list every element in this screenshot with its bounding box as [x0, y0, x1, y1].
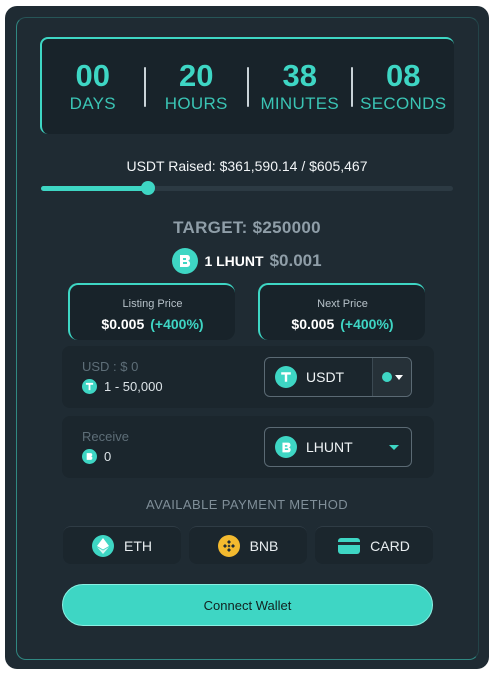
bnb-icon — [217, 534, 240, 557]
presale-widget: 00 DAYS 20 HOURS 38 MINUTES 08 SECONDS U… — [5, 6, 489, 669]
eth-payment-button[interactable]: ETH — [63, 526, 181, 564]
connect-wallet-button[interactable]: Connect Wallet — [62, 584, 433, 626]
listing-price-change: (+400%) — [150, 316, 204, 332]
token-price: $0.001 — [269, 251, 322, 270]
receive-amount-value: 0 — [104, 449, 112, 464]
target-amount: TARGET: $250000 — [173, 218, 321, 237]
next-price-value: $0.005 — [291, 316, 335, 332]
pay-currency-select[interactable]: USDT — [264, 357, 412, 397]
days-value: 00 — [75, 57, 110, 93]
pay-range-text: 1 - 50,000 — [104, 379, 163, 394]
receive-currency-label: LHUNT — [306, 439, 353, 455]
receive-amount: 0 — [82, 449, 111, 464]
receive-currency-select[interactable]: LHUNT — [264, 427, 412, 467]
countdown-minutes: 38 MINUTES — [249, 57, 351, 115]
lhunt-logo-icon — [172, 248, 199, 274]
credit-card-icon — [338, 537, 361, 554]
bnb-label: BNB — [249, 537, 279, 554]
listing-price-label: Listing Price — [122, 298, 183, 310]
pay-amount-row: USD : $ 0 1 - 50,000 USDT — [62, 346, 434, 408]
next-price-card: Next Price $0.005 (+400%) — [258, 283, 425, 340]
card-payment-button[interactable]: CARD — [315, 526, 433, 564]
lhunt-logo-icon — [275, 436, 297, 458]
countdown-timer: 00 DAYS 20 HOURS 38 MINUTES 08 SECONDS — [40, 37, 454, 134]
token-price-line: 1 LHUNT $0.001 — [5, 248, 489, 274]
pay-range: 1 - 50,000 — [82, 379, 163, 394]
seconds-label: SECONDS — [360, 93, 447, 113]
raise-progress-bar — [41, 181, 453, 195]
receive-label: Receive — [82, 429, 129, 444]
pay-currency-label: USDT — [306, 369, 345, 385]
days-label: DAYS — [69, 93, 116, 113]
chevron-down-icon — [389, 444, 399, 450]
usdt-icon — [82, 379, 97, 394]
hours-value: 20 — [179, 57, 214, 93]
next-price-label: Next Price — [317, 298, 368, 310]
listing-price-value-line: $0.005 (+400%) — [70, 316, 235, 332]
countdown-days: 00 DAYS — [42, 57, 144, 115]
lhunt-logo-icon — [82, 449, 97, 464]
listing-price-value: $0.005 — [101, 316, 145, 332]
minutes-value: 38 — [282, 57, 317, 93]
receive-row: Receive 0 LHUNT — [62, 416, 434, 478]
minutes-label: MINUTES — [260, 93, 340, 113]
usdt-icon — [275, 366, 297, 388]
card-label: CARD — [370, 537, 410, 554]
raise-progress-knob — [141, 181, 156, 195]
token-amount: 1 LHUNT — [204, 253, 264, 269]
raise-progress-fill — [41, 186, 149, 191]
eth-label: ETH — [124, 537, 152, 554]
next-price-value-line: $0.005 (+400%) — [260, 316, 425, 332]
usdt-raised-text: USDT Raised: $361,590.14 / $605,467 — [126, 158, 368, 174]
pay-amount-label[interactable]: USD : $ 0 — [82, 359, 138, 374]
next-price-change: (+400%) — [340, 316, 394, 332]
countdown-seconds: 08 SECONDS — [353, 57, 455, 115]
countdown-hours: 20 HOURS — [146, 57, 248, 115]
chevron-down-icon — [394, 374, 403, 380]
hours-label: HOURS — [164, 93, 228, 113]
seconds-value: 08 — [386, 57, 421, 93]
ethereum-icon — [92, 534, 114, 557]
bnb-payment-button[interactable]: BNB — [189, 526, 307, 564]
ethereum-network-icon — [381, 372, 392, 382]
network-dropdown-button[interactable] — [373, 358, 411, 396]
payment-method-title: AVAILABLE PAYMENT METHOD — [146, 497, 348, 512]
listing-price-card: Listing Price $0.005 (+400%) — [68, 283, 235, 340]
